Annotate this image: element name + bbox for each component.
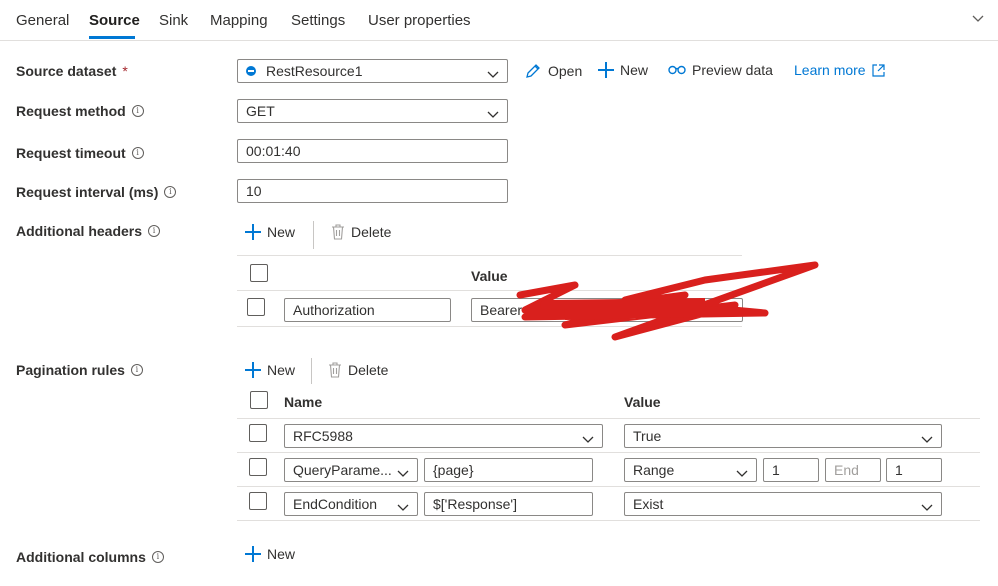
- tab-settings[interactable]: Settings: [291, 12, 345, 29]
- request-timeout-label: Request timeout i: [16, 145, 144, 161]
- tab-source[interactable]: Source: [89, 12, 140, 29]
- open-button[interactable]: Open: [524, 62, 582, 80]
- tab-sink[interactable]: Sink: [159, 12, 188, 29]
- new-dataset-button[interactable]: New: [598, 62, 648, 78]
- range-end-input[interactable]: End: [825, 458, 881, 482]
- redaction-scribble: [516, 261, 819, 341]
- select-all-rules-checkbox[interactable]: [250, 391, 268, 409]
- tab-mapping[interactable]: Mapping: [210, 12, 268, 29]
- active-tab-indicator: [89, 36, 135, 39]
- chevron-down-icon: [921, 431, 933, 447]
- rule-name-select[interactable]: EndCondition: [284, 492, 418, 516]
- rule-param-input[interactable]: {page}: [424, 458, 593, 482]
- request-interval-label: Request interval (ms) i: [16, 184, 177, 200]
- delete-header-button[interactable]: Delete: [331, 224, 391, 240]
- info-icon[interactable]: i: [130, 364, 143, 376]
- plus-icon: [245, 224, 261, 240]
- request-interval-input[interactable]: 10: [237, 179, 508, 203]
- source-dataset-select[interactable]: RestResource1: [237, 59, 508, 83]
- pagination-rules-label: Pagination rules i: [16, 362, 143, 378]
- trash-icon: [329, 362, 341, 378]
- external-link-icon: [871, 63, 885, 77]
- toolbar-divider: [313, 221, 314, 249]
- select-all-headers-checkbox[interactable]: [250, 264, 268, 282]
- rule-row-checkbox[interactable]: [249, 458, 267, 476]
- info-icon[interactable]: i: [151, 551, 164, 563]
- table-divider: [237, 452, 980, 453]
- glasses-icon: [668, 65, 686, 75]
- header-name-input[interactable]: Authorization: [284, 298, 451, 322]
- chevron-down-icon: [921, 499, 933, 515]
- chevron-down-icon: [397, 465, 409, 481]
- additional-headers-label: Additional headers i: [16, 223, 161, 239]
- add-header-button[interactable]: New: [245, 224, 295, 240]
- required-marker: *: [122, 63, 128, 79]
- toolbar-divider: [311, 358, 312, 384]
- add-pagination-rule-button[interactable]: New: [245, 362, 295, 378]
- tab-general[interactable]: General: [16, 12, 69, 29]
- tab-user-properties[interactable]: User properties: [368, 12, 471, 29]
- plus-icon: [598, 62, 614, 78]
- dataset-icon: [246, 66, 256, 76]
- request-timeout-input[interactable]: 00:01:40: [237, 139, 508, 163]
- rule-name-select[interactable]: RFC5988: [284, 424, 603, 448]
- chevron-down-icon: [487, 66, 499, 82]
- info-icon[interactable]: i: [131, 147, 144, 159]
- rule-name-select[interactable]: QueryParame...: [284, 458, 418, 482]
- range-start-input[interactable]: 1: [763, 458, 819, 482]
- additional-columns-label: Additional columns i: [16, 549, 164, 565]
- table-divider: [237, 520, 980, 521]
- add-column-button[interactable]: New: [245, 546, 295, 562]
- chevron-down-icon: [736, 465, 748, 481]
- table-divider: [237, 418, 980, 419]
- tab-bar: General Source Sink Mapping Settings Use…: [0, 0, 998, 41]
- chevron-down-icon: [397, 499, 409, 515]
- rules-value-column-header: Value: [624, 394, 661, 410]
- rule-value-select[interactable]: Exist: [624, 492, 942, 516]
- rule-value-select[interactable]: Range: [624, 458, 757, 482]
- edit-icon: [526, 64, 540, 78]
- request-method-select[interactable]: GET: [237, 99, 508, 123]
- rule-row-checkbox[interactable]: [249, 424, 267, 442]
- delete-pagination-rule-button[interactable]: Delete: [328, 362, 388, 378]
- trash-icon: [332, 224, 344, 240]
- learn-more-link[interactable]: Learn more: [794, 62, 885, 78]
- rule-row-checkbox[interactable]: [249, 492, 267, 510]
- info-icon[interactable]: i: [164, 186, 177, 198]
- chevron-down-icon[interactable]: [972, 10, 984, 26]
- chevron-down-icon: [487, 106, 499, 122]
- preview-data-button[interactable]: Preview data: [668, 62, 773, 78]
- plus-icon: [245, 362, 261, 378]
- range-step-input[interactable]: 1: [886, 458, 942, 482]
- info-icon[interactable]: i: [131, 105, 144, 117]
- rules-name-column-header: Name: [284, 394, 323, 410]
- plus-icon: [245, 546, 261, 562]
- rule-value-select[interactable]: True: [624, 424, 942, 448]
- rule-param-input[interactable]: $['Response']: [424, 492, 593, 516]
- source-dataset-label: Source dataset *: [16, 63, 128, 79]
- headers-value-column-header: Value: [471, 268, 508, 284]
- request-method-label: Request method i: [16, 103, 144, 119]
- table-divider: [237, 486, 980, 487]
- header-row-checkbox[interactable]: [247, 298, 265, 316]
- info-icon[interactable]: i: [148, 225, 161, 237]
- chevron-down-icon: [582, 431, 594, 447]
